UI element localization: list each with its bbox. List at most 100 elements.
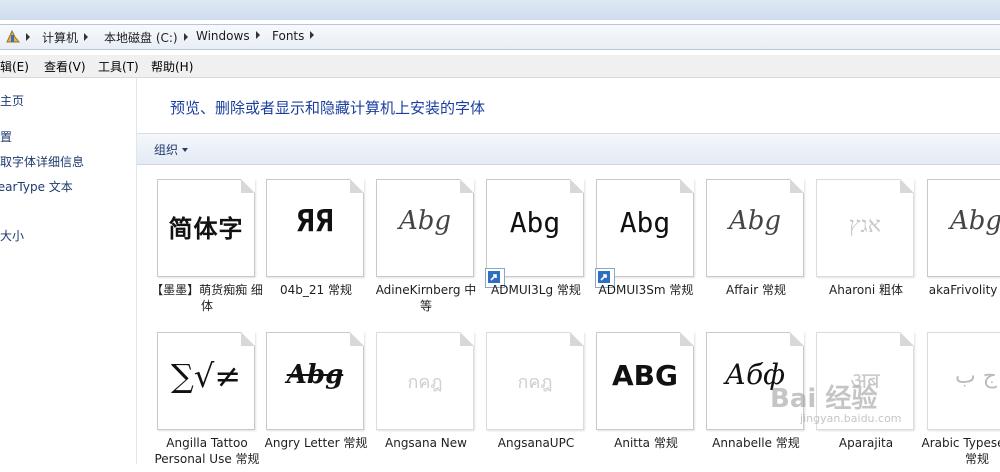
menu-help[interactable]: 帮助(H): [151, 58, 193, 75]
page-fold-icon: [350, 332, 364, 346]
font-name: Aharoni 粗体: [810, 282, 922, 298]
breadcrumb-windows[interactable]: Windows: [196, 29, 260, 43]
nav-settings[interactable]: 设置: [0, 128, 12, 145]
font-file-icon: กคฎ: [376, 332, 474, 430]
font-sample: ЯЯ: [267, 204, 363, 239]
font-tile[interactable]: AbgAngry Letter 常规: [266, 332, 366, 472]
font-tile[interactable]: ЯЯ04b_21 常规: [266, 179, 366, 319]
font-file-icon: 简体字: [157, 179, 255, 277]
font-tile[interactable]: אגץAharoni 粗体: [816, 179, 916, 319]
command-toolbar: 组织: [137, 133, 1000, 165]
font-sample: Abg: [597, 206, 693, 239]
font-name: Arabic Typesetting 常规: [921, 435, 1000, 467]
font-sample: Abg: [928, 206, 1000, 236]
page-title: 预览、删除或者显示和隐藏计算机上安装的字体: [170, 97, 485, 118]
font-file-icon: Abg: [596, 179, 694, 277]
baidu-watermark: Bai 经验: [770, 378, 877, 415]
page-fold-icon: [350, 179, 364, 193]
page-fold-icon: [790, 332, 804, 346]
menu-view[interactable]: 查看(V): [44, 58, 86, 75]
page-fold-icon: [241, 332, 255, 346]
nav-control-panel-home[interactable]: 面板主页: [0, 92, 24, 109]
font-tile[interactable]: ∑√≠Angilla Tattoo Personal Use 常规: [157, 332, 257, 472]
font-name: Aparajita: [810, 435, 922, 451]
font-name: ADMUI3Sm 常规: [590, 282, 702, 298]
font-file-icon: กคฎ: [486, 332, 584, 430]
chevron-right-icon[interactable]: [184, 33, 188, 41]
font-tile[interactable]: AbgADMUI3Lg 常规: [486, 179, 586, 319]
font-sample: Abg: [267, 360, 363, 390]
font-file-icon: ABG: [596, 332, 694, 430]
folder-icon: [5, 29, 21, 45]
font-sample: กคฎ: [487, 367, 583, 396]
nav-cleartype[interactable]: ClearType 文本: [0, 178, 73, 195]
address-bar[interactable]: 计算机 本地磁盘 (C:) Windows Fonts: [0, 24, 1000, 50]
font-name: Angilla Tattoo Personal Use 常规: [151, 435, 263, 467]
font-file-icon: Abg: [376, 179, 474, 277]
font-file-icon: אגץ: [816, 179, 914, 277]
page-fold-icon: [680, 179, 694, 193]
font-file-icon: Abg: [266, 332, 364, 430]
font-tile[interactable]: ج بArabic Typesetting 常规: [927, 332, 1000, 472]
organize-button[interactable]: 组织: [154, 141, 188, 158]
menu-bar: 编辑(E) 查看(V) 工具(T) 帮助(H): [0, 55, 1000, 78]
font-tile[interactable]: AbgAdineKirnberg 中等: [376, 179, 476, 319]
font-file-icon: ج ب: [927, 332, 1000, 430]
font-file-icon: Abg: [486, 179, 584, 277]
font-file-icon: Abg: [927, 179, 1000, 277]
breadcrumb-computer[interactable]: 计算机: [42, 29, 88, 46]
chevron-right-icon[interactable]: [84, 33, 88, 41]
font-tile[interactable]: ABGAnitta 常规: [596, 332, 696, 472]
breadcrumb-fonts[interactable]: Fonts: [272, 29, 314, 43]
window-title-strip: [0, 0, 1000, 20]
page-fold-icon: [900, 179, 914, 193]
font-sample: Abg: [377, 206, 473, 236]
font-sample: ABG: [597, 359, 693, 392]
left-navigation-pane: 面板主页 设置 获取字体详细信息 ClearType 文本 符 体大小: [0, 78, 137, 464]
page-fold-icon: [570, 332, 584, 346]
font-name: AngsanaUPC: [480, 435, 592, 451]
font-sample: Abg: [487, 206, 583, 239]
breadcrumb-local-disk[interactable]: 本地磁盘 (C:): [104, 29, 188, 46]
page-fold-icon: [790, 179, 804, 193]
font-sample: Abg: [707, 206, 803, 236]
font-sample: ج ب: [928, 364, 1000, 389]
font-tile[interactable]: 简体字【墨墨】萌货痴痴 细体: [157, 179, 257, 319]
breadcrumb-separator-icon[interactable]: [26, 33, 30, 41]
menu-edit[interactable]: 编辑(E): [0, 58, 29, 75]
font-tile[interactable]: AbgAffair 常规: [706, 179, 806, 319]
font-file-icon: ЯЯ: [266, 179, 364, 277]
font-sample: กคฎ: [377, 367, 473, 396]
font-tile[interactable]: AbgakaFrivolity 常规: [927, 179, 1000, 319]
page-fold-icon: [460, 332, 474, 346]
font-name: Affair 常规: [700, 282, 812, 298]
baidu-watermark-url: jingyan.baidu.com: [800, 412, 902, 425]
font-name: 04b_21 常规: [260, 282, 372, 298]
font-sample: אגץ: [817, 212, 913, 238]
chevron-right-icon[interactable]: [256, 31, 260, 39]
font-sample: 简体字: [158, 209, 254, 244]
font-name: ADMUI3Lg 常规: [480, 282, 592, 298]
chevron-right-icon[interactable]: [310, 31, 314, 39]
font-file-icon: ∑√≠: [157, 332, 255, 430]
font-tile[interactable]: กคฎAngsana New: [376, 332, 476, 472]
font-name: Annabelle 常规: [700, 435, 812, 451]
font-name: Angsana New: [370, 435, 482, 451]
font-name: Anitta 常规: [590, 435, 702, 451]
font-tile[interactable]: AbgADMUI3Sm 常规: [596, 179, 696, 319]
font-name: akaFrivolity 常规: [921, 282, 1000, 298]
nav-font-size[interactable]: 体大小: [0, 227, 24, 244]
font-name: AdineKirnberg 中等: [370, 282, 482, 314]
font-file-icon: Abg: [706, 179, 804, 277]
font-name: 【墨墨】萌货痴痴 细体: [151, 282, 263, 314]
font-tile[interactable]: กคฎAngsanaUPC: [486, 332, 586, 472]
nav-get-font-info[interactable]: 获取字体详细信息: [0, 153, 84, 170]
page-fold-icon: [900, 332, 914, 346]
menu-tools[interactable]: 工具(T): [98, 58, 139, 75]
font-sample: ∑√≠: [158, 357, 254, 395]
font-name: Angry Letter 常规: [260, 435, 372, 451]
page-fold-icon: [570, 179, 584, 193]
chevron-down-icon: [182, 148, 188, 152]
page-fold-icon: [241, 179, 255, 193]
page-fold-icon: [680, 332, 694, 346]
